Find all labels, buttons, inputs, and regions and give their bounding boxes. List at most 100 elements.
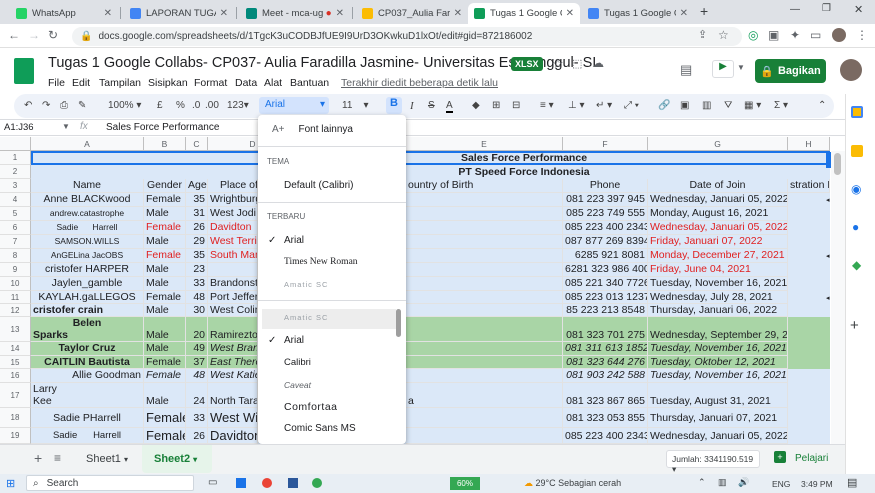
font-option-arial[interactable]: ✓ Arial (258, 235, 406, 246)
cell-date-join[interactable]: Tuesday, November 16, 2021 (648, 369, 788, 383)
cell-place[interactable]: South Man (208, 249, 258, 263)
cell-name[interactable]: Taylor Cruz (31, 342, 144, 356)
cell-phone[interactable]: 6281 323 986 400 (563, 263, 648, 277)
cell-date-join[interactable]: Friday, June 04, 2021 (648, 263, 788, 277)
cell-place[interactable]: East There (208, 356, 258, 369)
row-header[interactable]: 3 (0, 179, 31, 193)
profile-avatar[interactable] (832, 28, 846, 42)
cell-name[interactable]: Allie Goodman (31, 369, 144, 383)
cell-gender[interactable]: Female (144, 356, 186, 369)
cell-date-join[interactable]: Tuesday, August 31, 2021 (648, 383, 788, 408)
cell-name[interactable]: Larry (31, 383, 144, 395)
cell-gender[interactable]: Male (144, 342, 186, 356)
cell-phone[interactable]: 081 323 867 865 (563, 383, 648, 408)
cell-name[interactable]: Sadie PHarrell (31, 408, 144, 428)
chevron-down-icon[interactable]: ▼ (737, 63, 745, 72)
cell-place[interactable]: West Wil (208, 408, 258, 428)
row-header[interactable]: 12 (0, 304, 31, 317)
row-header[interactable]: 4 (0, 193, 31, 207)
share-button[interactable]: 🔒 Bagikan (755, 59, 826, 83)
restore-button[interactable]: ❐ (822, 3, 831, 14)
menu-file[interactable]: File (48, 77, 65, 89)
comment-icon[interactable]: ▣ (680, 100, 689, 111)
link-icon[interactable]: 🔗 (658, 100, 670, 111)
row-header[interactable]: 14 (0, 342, 31, 356)
keep-icon[interactable] (851, 145, 863, 157)
cell-place[interactable]: North Tara (208, 383, 258, 408)
cell-country[interactable] (406, 291, 563, 304)
cell-gender[interactable]: Female (144, 249, 186, 263)
strikethrough-button[interactable]: S (428, 100, 435, 111)
cell-date-join[interactable]: Tuesday, Oktober 12, 2021 (648, 356, 788, 369)
last-edit-link[interactable]: Terakhir diedit beberapa detik lalu (341, 77, 498, 89)
decrease-decimal-button[interactable]: .0 (192, 100, 200, 111)
extension-icon[interactable]: ◎ (748, 28, 758, 42)
font-select[interactable]: Arial ▾ (259, 97, 329, 114)
cell-phone[interactable]: 085 221 340 7726 (563, 277, 648, 291)
cell-date-join[interactable]: Thursday, Januari 07, 2021 (648, 408, 788, 428)
cell-name[interactable]: SAMSON.WILLS (31, 235, 144, 249)
add-addon-icon[interactable]: + (850, 317, 859, 334)
language-indicator[interactable]: ENG (772, 479, 790, 489)
weather-widget[interactable]: ☁ 29°C Sebagian cerah (524, 478, 621, 489)
header-age[interactable]: Age (186, 179, 208, 193)
sheets-logo-icon[interactable] (14, 58, 34, 84)
cell-phone[interactable]: 85 223 213 8548 (563, 304, 648, 317)
cell-age[interactable]: 35 (186, 193, 208, 207)
header-name[interactable]: Name (31, 179, 144, 193)
notifications-icon[interactable]: ▤ (847, 476, 857, 489)
cell-country[interactable] (406, 369, 563, 383)
tasks-icon[interactable]: ◉ (851, 182, 861, 196)
cell-gender[interactable]: Male (144, 277, 186, 291)
cell-place[interactable]: West Branc (208, 342, 258, 356)
column-header-f[interactable]: F (563, 137, 648, 151)
contacts-icon[interactable]: ● (852, 220, 859, 234)
taskbar-app-icon[interactable] (288, 478, 298, 488)
cell-country[interactable] (406, 428, 563, 444)
cell-name[interactable]: Jaylen_gamble (31, 277, 144, 291)
cell-country[interactable]: a (406, 383, 563, 408)
select-all-corner[interactable] (0, 137, 31, 151)
valign-icon[interactable]: ⊥ ▾ (568, 100, 585, 111)
cell-gender[interactable]: Female (144, 428, 186, 444)
cell-age[interactable]: 33 (186, 277, 208, 291)
sheet-tab-sheet2[interactable]: Sheet2 ▾ (154, 453, 197, 465)
row-header[interactable]: 13 (0, 317, 31, 342)
url-bar[interactable]: 🔒 docs.google.com/spreadsheets/d/1TgcK3uC… (72, 27, 742, 46)
header-place[interactable]: Place of (208, 179, 258, 193)
row-header[interactable]: 17 (0, 383, 31, 408)
close-window-button[interactable]: ✕ (854, 3, 863, 16)
cell-age[interactable]: 30 (186, 304, 208, 317)
increase-decimal-button[interactable]: .00 (205, 100, 219, 111)
column-header-c[interactable]: C (186, 137, 208, 151)
meet-icon[interactable]: ▶ (712, 60, 734, 78)
cell-phone[interactable]: 081 323 701 275 (563, 317, 648, 342)
cell-age[interactable]: 49 (186, 342, 208, 356)
font-option-times[interactable]: Times New Roman (258, 257, 406, 267)
chevron-down-icon[interactable]: ▼ (62, 122, 70, 131)
cell-gender[interactable]: Female (144, 369, 186, 383)
menu-tools[interactable]: Alat (264, 77, 282, 89)
row-header[interactable]: 5 (0, 207, 31, 221)
cell-country[interactable] (406, 356, 563, 369)
menu-format[interactable]: Format (194, 77, 227, 89)
cell-country[interactable] (406, 317, 563, 342)
cell-phone[interactable]: 087 877 269 8394 (563, 235, 648, 249)
font-size-select[interactable]: 11 ▾ (342, 100, 369, 111)
cell-name[interactable]: andrew.catastrophe (31, 207, 144, 221)
column-header-h[interactable]: H (788, 137, 830, 151)
cell-name[interactable]: Sadie Harrell (31, 221, 144, 235)
minimize-button[interactable]: — (790, 4, 800, 15)
functions-icon[interactable]: Σ ▾ (774, 100, 788, 111)
print-icon[interactable]: ⎙ (60, 100, 68, 111)
cell-date-join[interactable]: Wednesday, July 28, 2021 (648, 291, 788, 304)
cell-age[interactable]: 48 (186, 369, 208, 383)
cell-phone[interactable]: 085 223 749 555 (563, 207, 648, 221)
cell-name[interactable]: CAITLIN Bautista (31, 356, 144, 369)
volume-icon[interactable]: 🔊 (738, 477, 749, 488)
column-header-e[interactable]: E (406, 137, 563, 151)
cell-date-join[interactable]: Monday, December 27, 2021 (648, 249, 788, 263)
column-header-a[interactable]: A (31, 137, 144, 151)
cell-gender[interactable]: Female (144, 291, 186, 304)
currency-button[interactable]: £ (157, 100, 163, 111)
